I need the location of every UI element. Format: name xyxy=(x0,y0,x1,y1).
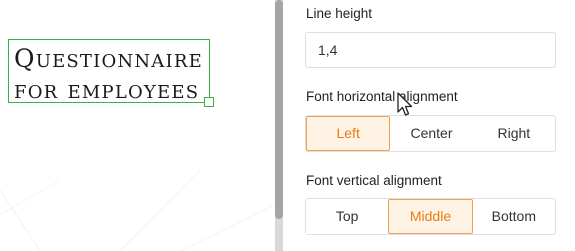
text-box-selected[interactable]: Questionnaire for employees xyxy=(8,39,214,107)
align-right-option[interactable]: Right xyxy=(473,116,555,151)
horizontal-alignment-selector: Left Center Right xyxy=(305,115,556,152)
panel-scrollbar-thumb[interactable] xyxy=(275,0,283,219)
resize-handle[interactable] xyxy=(204,97,214,107)
properties-panel: Line height 1,4 Font horizontal alignmen… xyxy=(283,0,575,251)
text-box-content[interactable]: Questionnaire for employees xyxy=(14,43,210,105)
line-height-input[interactable]: 1,4 xyxy=(305,32,556,68)
panel-scrollbar-track[interactable] xyxy=(275,0,283,251)
design-canvas[interactable]: Questionnaire for employees xyxy=(0,0,275,251)
mouse-pointer-icon xyxy=(397,92,413,116)
valign-bottom-option[interactable]: Bottom xyxy=(473,199,555,234)
valign-top-option[interactable]: Top xyxy=(306,199,388,234)
editor-page: Questionnaire for employees Line height … xyxy=(0,0,575,251)
line-height-label: Line height xyxy=(306,6,373,21)
align-left-option[interactable]: Left xyxy=(306,116,391,151)
vertical-alignment-selector: Top Middle Bottom xyxy=(305,198,556,235)
valign-middle-option[interactable]: Middle xyxy=(388,199,473,234)
align-center-option[interactable]: Center xyxy=(390,116,472,151)
canvas-background-pattern xyxy=(0,169,275,251)
vertical-alignment-label: Font vertical alignment xyxy=(306,173,442,188)
horizontal-alignment-label: Font horizontal alignment xyxy=(306,89,458,104)
